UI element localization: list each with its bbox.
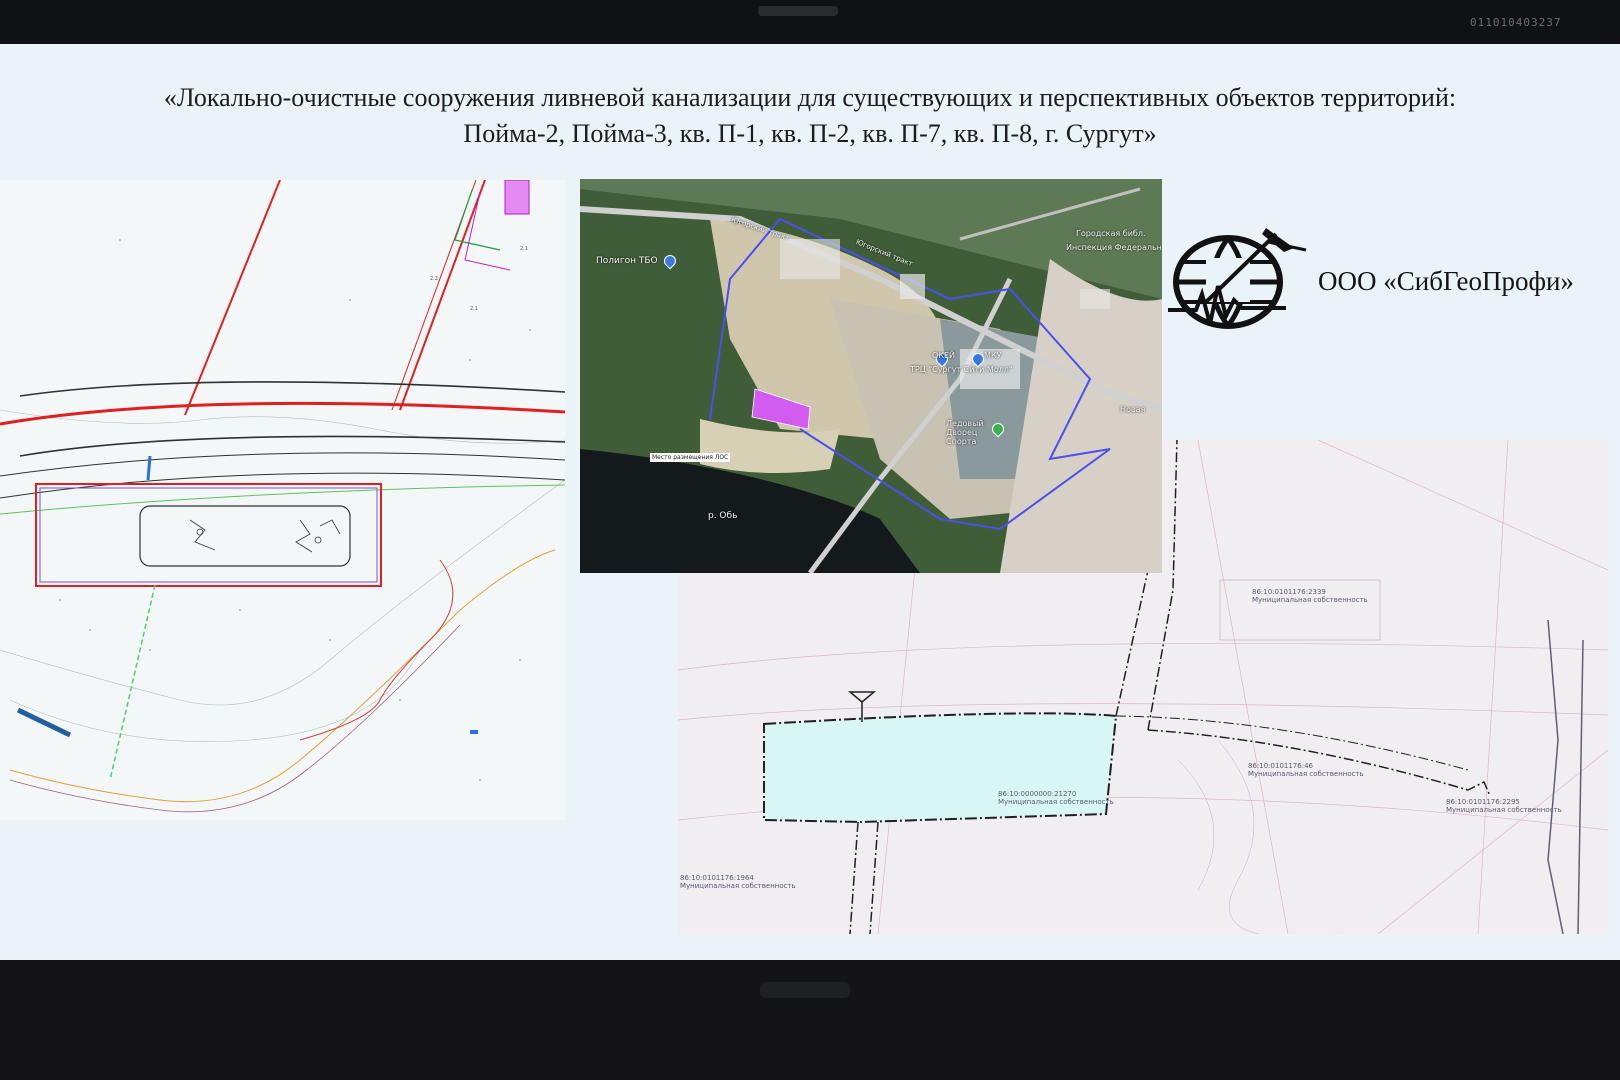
map-label-river: р. Обь [708, 511, 738, 521]
map-label-placement: Место размещения ЛОС [650, 453, 731, 462]
parcel-id: 86:10:0101176:2295 [1446, 798, 1520, 806]
slide-title-line-2: Пойма-2, Пойма-3, кв. П-1, кв. П-2, кв. … [463, 119, 1157, 148]
parcel-id: 86:10:0101176:46 [1248, 762, 1313, 770]
parcel-owner: Муниципальная собственность [998, 798, 1114, 806]
map-label-ice-palace: Ледовый Дворец Спорта [946, 419, 984, 446]
engineering-site-plan: 2.2 2.1 2.1 [0, 180, 565, 820]
monitor-bottom-bezel [0, 960, 1620, 1080]
parcel-owner: Муниципальная собственность [1252, 596, 1368, 604]
presentation-slide: «Локально-очистные сооружения ливневой к… [0, 44, 1620, 960]
map-label-novaya: Новая [1120, 405, 1146, 414]
svg-text:2.1: 2.1 [520, 246, 528, 252]
monitor-brand-plate [760, 982, 850, 998]
satellite-map: Полигон ТБО Место размещения ЛОС р. Обь … [580, 179, 1162, 573]
map-label-inspection: Инспекция Федеральной [1066, 243, 1162, 252]
monitor-serial-sticker: 011010403237 [1470, 16, 1562, 29]
map-label-mall: ТРЦ "Сургут Сити Молл" [910, 365, 1013, 374]
slide-title: «Локально-очистные сооружения ливневой к… [0, 80, 1620, 152]
parcel-label-2295: 86:10:0101176:2295 Муниципальная собстве… [1446, 798, 1562, 814]
company-name: ООО «СибГеоПрофи» [1318, 266, 1574, 296]
parcel-id: 86:10:0101176:1964 [680, 874, 754, 882]
parcel-label-21270: 86:10:0000000:21270 Муниципальная собств… [998, 790, 1114, 806]
parcel-label-1964: 86:10:0101176:1964 Муниципальная собстве… [680, 874, 796, 890]
parcel-label-2339: 86:10:0101176:2339 Муниципальная собстве… [1252, 588, 1368, 604]
map-label-mku: МКУ [984, 351, 1002, 360]
slide-title-line-1: «Локально-очистные сооружения ливневой к… [163, 83, 1457, 112]
svg-text:2.2: 2.2 [430, 276, 438, 282]
parcel-owner: Муниципальная собственность [1248, 770, 1364, 778]
map-label-okei: ОКЕЙ [932, 351, 956, 360]
parcel-owner: Муниципальная собственность [1446, 806, 1562, 814]
map-label-landfill: Полигон ТБО [596, 256, 658, 266]
svg-text:2.1: 2.1 [470, 306, 478, 312]
map-label-library: Городская библ. [1076, 229, 1146, 238]
parcel-owner: Муниципальная собственность [680, 882, 796, 890]
globe-seismograph-logo-icon [1166, 228, 1310, 336]
parcel-id: 86:10:0000000:21270 [998, 790, 1077, 798]
webcam-housing [758, 6, 838, 16]
parcel-id: 86:10:0101176:2339 [1252, 588, 1326, 596]
parcel-label-46: 86:10:0101176:46 Муниципальная собственн… [1248, 762, 1364, 778]
